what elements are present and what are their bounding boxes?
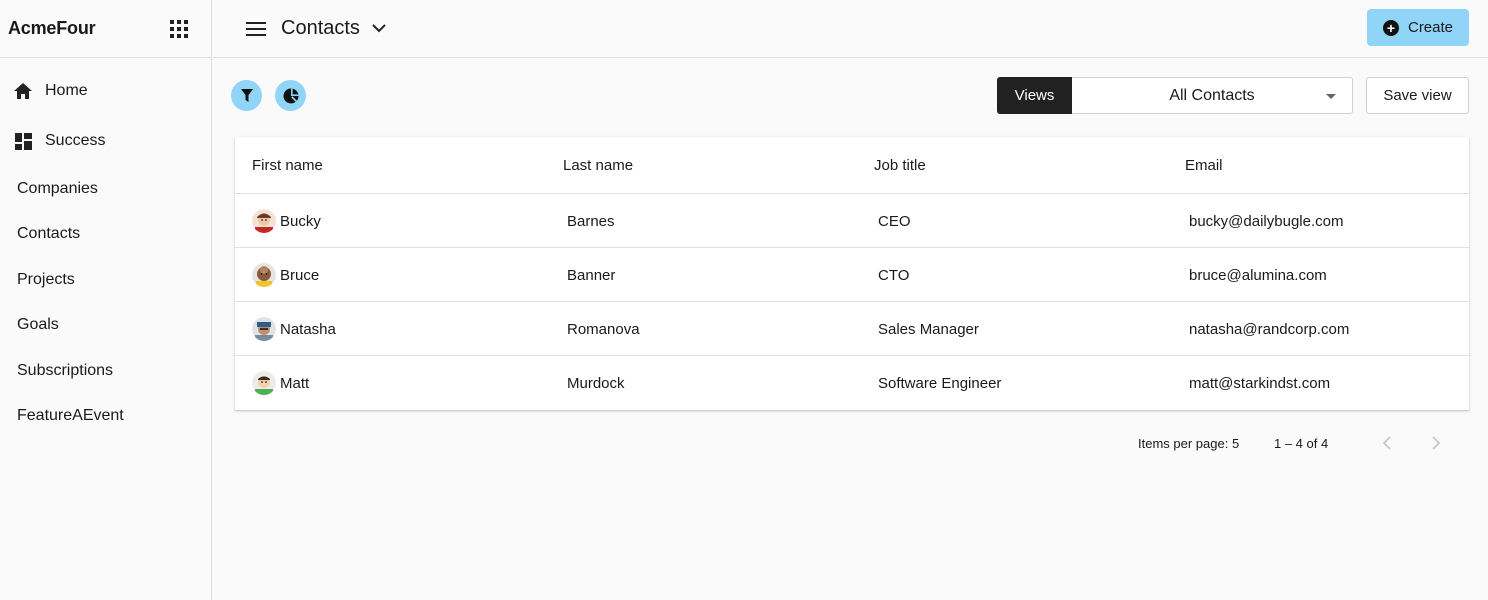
- job-title: Software Engineer: [878, 374, 1002, 392]
- avatar: [252, 317, 276, 341]
- last-name: Barnes: [567, 212, 615, 230]
- sidebar-item-label: Companies: [17, 179, 98, 197]
- previous-page-icon[interactable]: [1379, 434, 1395, 452]
- chart-button[interactable]: [275, 80, 306, 111]
- avatar: [252, 371, 276, 395]
- pie-chart-icon: [283, 88, 298, 103]
- page-title: Contacts: [281, 17, 360, 39]
- column-header-job-title[interactable]: Job title: [874, 157, 926, 174]
- sidebar-item-companies[interactable]: Companies: [0, 166, 211, 212]
- grid-apps-icon[interactable]: [167, 17, 191, 41]
- sidebar-item-label: Contacts: [17, 225, 81, 243]
- dashboard-icon: [14, 132, 32, 150]
- column-header-email[interactable]: Email: [1185, 157, 1223, 174]
- last-name: Romanova: [567, 320, 640, 338]
- sidebar-item-label: Success: [45, 132, 106, 149]
- sidebar-item-subscriptions[interactable]: Subscriptions: [0, 348, 211, 394]
- sidebar-item-success[interactable]: Success: [0, 116, 211, 166]
- sidebar-item-projects[interactable]: Projects: [0, 257, 211, 303]
- chevron-down-icon[interactable]: [370, 20, 388, 38]
- email: matt@starkindst.com: [1189, 374, 1331, 392]
- first-name: Matt: [280, 374, 310, 392]
- column-header-last-name[interactable]: Last name: [563, 157, 633, 174]
- create-button[interactable]: + Create: [1367, 9, 1469, 46]
- add-circle-icon: +: [1382, 19, 1399, 36]
- save-view-button[interactable]: Save view: [1366, 77, 1469, 114]
- sidebar-item-label: Home: [45, 82, 88, 99]
- table-row[interactable]: Matt Murdock Software Engineer matt@star…: [235, 356, 1469, 410]
- hamburger-menu-icon[interactable]: [245, 18, 267, 40]
- job-title: Sales Manager: [878, 320, 979, 338]
- table-header: First name Last name Job title Email: [235, 137, 1469, 194]
- sidebar-item-featureaevent[interactable]: FeatureAEvent: [0, 394, 211, 440]
- first-name-cell: Bruce: [252, 248, 319, 302]
- home-icon: [14, 82, 32, 100]
- dropdown-caret-icon: [1326, 94, 1336, 99]
- sidebar-item-goals[interactable]: Goals: [0, 303, 211, 349]
- first-name-cell: Bucky: [252, 194, 321, 248]
- top-bar: Contacts + Create: [213, 0, 1488, 58]
- table-row[interactable]: Natasha Romanova Sales Manager natasha@r…: [235, 302, 1469, 356]
- sidebar-item-home[interactable]: Home: [0, 66, 211, 116]
- job-title: CEO: [878, 212, 911, 230]
- email: bucky@dailybugle.com: [1189, 212, 1344, 230]
- email: bruce@alumina.com: [1189, 266, 1327, 284]
- sidebar-item-label: Subscriptions: [17, 361, 114, 379]
- views-group: Views All Contacts: [997, 77, 1353, 114]
- brand-row: AcmeFour: [0, 0, 211, 58]
- email: natasha@randcorp.com: [1189, 320, 1350, 338]
- sidebar: AcmeFour Home Success Companies Contacts…: [0, 0, 212, 600]
- app-brand: AcmeFour: [8, 18, 96, 38]
- avatar: [252, 209, 276, 233]
- first-name: Bruce: [280, 266, 320, 284]
- table-row[interactable]: Bucky Barnes CEO bucky@dailybugle.com: [235, 194, 1469, 248]
- create-button-label: Create: [1407, 19, 1454, 36]
- filter-icon: [240, 89, 253, 102]
- filter-button[interactable]: [231, 80, 262, 111]
- sidebar-item-contacts[interactable]: Contacts: [0, 212, 211, 258]
- sidebar-item-label: FeatureAEvent: [17, 407, 124, 425]
- avatar: [252, 263, 276, 287]
- first-name: Natasha: [280, 320, 336, 338]
- next-page-icon[interactable]: [1428, 434, 1444, 452]
- job-title: CTO: [878, 266, 910, 284]
- table-row[interactable]: Bruce Banner CTO bruce@alumina.com: [235, 248, 1469, 302]
- contacts-table: First name Last name Job title Email Buc…: [235, 137, 1469, 410]
- column-header-first-name[interactable]: First name: [252, 157, 323, 174]
- sidebar-item-label: Goals: [17, 316, 59, 334]
- last-name: Banner: [567, 266, 616, 284]
- first-name: Bucky: [280, 212, 321, 230]
- sidebar-item-label: Projects: [17, 270, 75, 288]
- page-range: 1 – 4 of 4: [1274, 436, 1329, 451]
- first-name-cell: Natasha: [252, 302, 336, 356]
- items-per-page[interactable]: Items per page: 5: [1138, 436, 1239, 451]
- first-name-cell: Matt: [252, 356, 309, 410]
- view-select[interactable]: All Contacts: [1072, 77, 1353, 114]
- last-name: Murdock: [567, 374, 625, 392]
- view-select-value: All Contacts: [1169, 86, 1255, 104]
- views-button[interactable]: Views: [997, 77, 1072, 114]
